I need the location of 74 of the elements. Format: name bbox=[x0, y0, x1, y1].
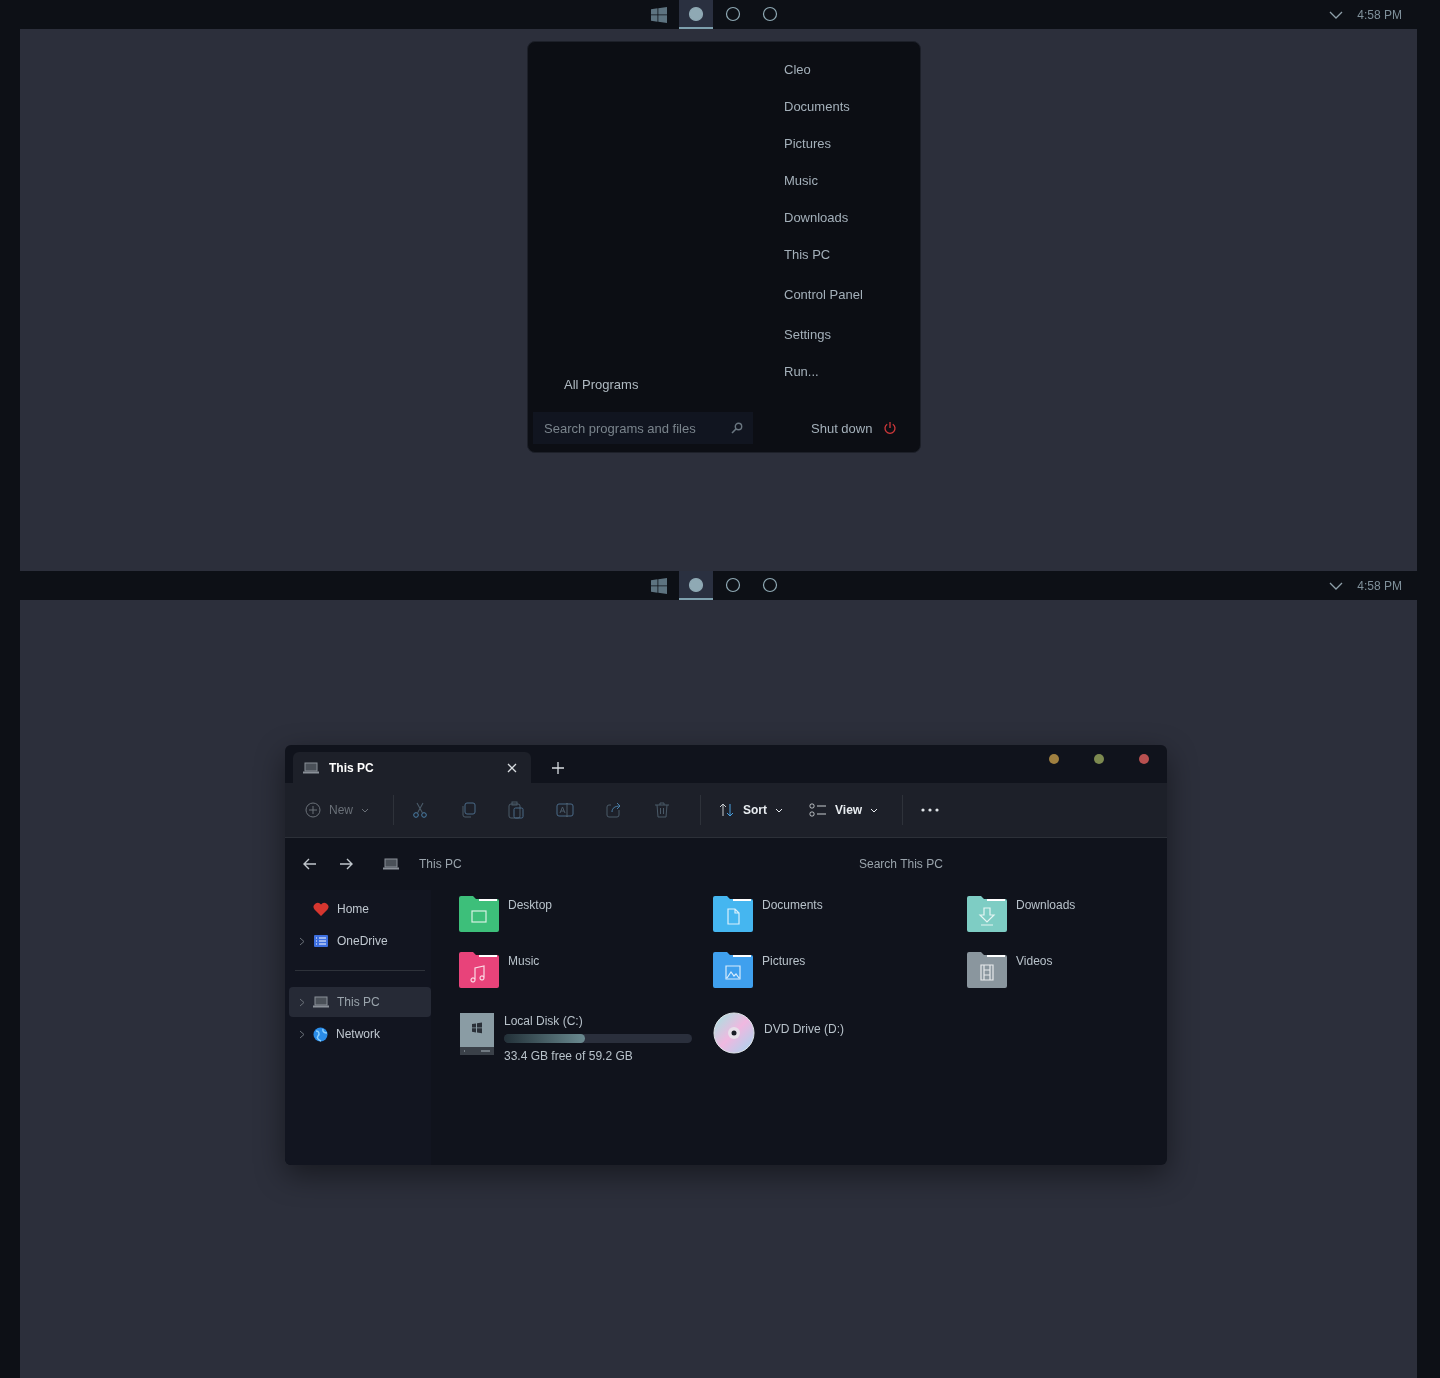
plus-circle-icon bbox=[305, 802, 321, 818]
window-control-dot[interactable] bbox=[1094, 754, 1104, 764]
start-menu-item[interactable]: Run... bbox=[784, 363, 920, 400]
search-icon bbox=[731, 422, 743, 434]
chevron-right-icon[interactable] bbox=[299, 936, 305, 946]
disc-icon bbox=[713, 1012, 755, 1054]
laptop-icon bbox=[303, 761, 319, 774]
circle-icon bbox=[724, 576, 741, 593]
share-icon[interactable] bbox=[606, 802, 622, 818]
globe-icon bbox=[313, 1026, 328, 1042]
chevron-right-icon[interactable] bbox=[299, 1029, 305, 1039]
taskbar-app-button[interactable] bbox=[678, 571, 713, 600]
item-label: Documents bbox=[762, 898, 823, 912]
clipboard-icon[interactable] bbox=[508, 801, 524, 819]
chevron-down-icon bbox=[361, 807, 369, 813]
circle-icon bbox=[687, 576, 704, 593]
search-field[interactable]: Search programs and files bbox=[533, 412, 753, 444]
list-icon bbox=[313, 934, 329, 948]
power-icon bbox=[883, 421, 898, 435]
more-options-icon[interactable] bbox=[921, 808, 940, 812]
taskbar-app-button[interactable] bbox=[678, 0, 713, 29]
all-programs-link[interactable]: All Programs bbox=[564, 377, 753, 392]
sidebar-item[interactable]: Network bbox=[289, 1019, 431, 1049]
circle-icon bbox=[761, 576, 778, 593]
clock[interactable]: 4:58 PM bbox=[1357, 578, 1402, 593]
start-menu-item[interactable]: Control Panel bbox=[784, 286, 920, 326]
start-menu-item[interactable]: Settings bbox=[784, 326, 920, 363]
item-label: Desktop bbox=[508, 898, 553, 912]
item-label: Music bbox=[508, 954, 540, 968]
circle-icon bbox=[687, 5, 704, 22]
chevron-down-icon bbox=[775, 807, 783, 813]
window-control-dot[interactable] bbox=[1049, 754, 1059, 764]
address-bar[interactable]: This PC bbox=[419, 857, 859, 871]
chevron-down-icon[interactable] bbox=[1329, 10, 1344, 19]
sidebar-item[interactable]: This PC bbox=[289, 987, 431, 1017]
new-tab-icon[interactable] bbox=[552, 762, 564, 774]
chevron-right-icon[interactable] bbox=[299, 997, 305, 1007]
item-label: DVD Drive (D:) bbox=[764, 1022, 844, 1036]
sidebar-item[interactable]: Home bbox=[289, 894, 431, 924]
hard-drive-icon bbox=[459, 1012, 495, 1056]
windows-logo-icon[interactable] bbox=[650, 577, 667, 594]
window-control-dot[interactable] bbox=[1139, 754, 1149, 764]
circle-icon bbox=[724, 5, 741, 22]
view-button[interactable]: View bbox=[809, 803, 879, 817]
item-label: Downloads bbox=[1016, 898, 1076, 912]
chevron-down-icon bbox=[870, 807, 879, 813]
back-arrow-icon[interactable] bbox=[303, 858, 317, 870]
forward-arrow-icon[interactable] bbox=[339, 858, 353, 870]
item-label: Local Disk (C:) bbox=[504, 1014, 584, 1028]
item-label: Pictures bbox=[762, 954, 806, 968]
item-label: Videos bbox=[1016, 954, 1053, 968]
clock[interactable]: 4:58 PM bbox=[1357, 7, 1402, 22]
start-menu-item[interactable]: Documents bbox=[784, 98, 920, 135]
free-space-text: 33.4 GB free of 59.2 GB bbox=[504, 1049, 634, 1063]
sort-arrows-icon bbox=[719, 802, 735, 818]
tab[interactable]: This PC bbox=[293, 752, 531, 783]
start-menu-item[interactable]: Music bbox=[784, 172, 920, 209]
shut-down-button[interactable]: Shut down bbox=[811, 412, 920, 444]
circle-icon bbox=[761, 5, 778, 22]
start-menu-item[interactable]: Pictures bbox=[784, 135, 920, 172]
laptop-icon bbox=[313, 996, 329, 1008]
view-list-icon bbox=[809, 803, 827, 817]
sidebar-item[interactable]: OneDrive bbox=[289, 926, 431, 956]
search-field[interactable]: Search This PC bbox=[859, 857, 1059, 871]
start-menu-item[interactable]: This PC bbox=[784, 246, 920, 286]
windows-logo-icon[interactable] bbox=[650, 6, 667, 23]
chevron-down-icon[interactable] bbox=[1329, 581, 1344, 590]
laptop-icon bbox=[383, 858, 399, 870]
close-icon[interactable] bbox=[507, 762, 517, 773]
heart-icon bbox=[313, 902, 329, 916]
sort-button[interactable]: Sort bbox=[719, 802, 783, 818]
cut-icon[interactable] bbox=[412, 802, 428, 818]
start-menu-item[interactable]: Cleo bbox=[784, 61, 920, 98]
start-menu-item[interactable]: Downloads bbox=[784, 209, 920, 246]
